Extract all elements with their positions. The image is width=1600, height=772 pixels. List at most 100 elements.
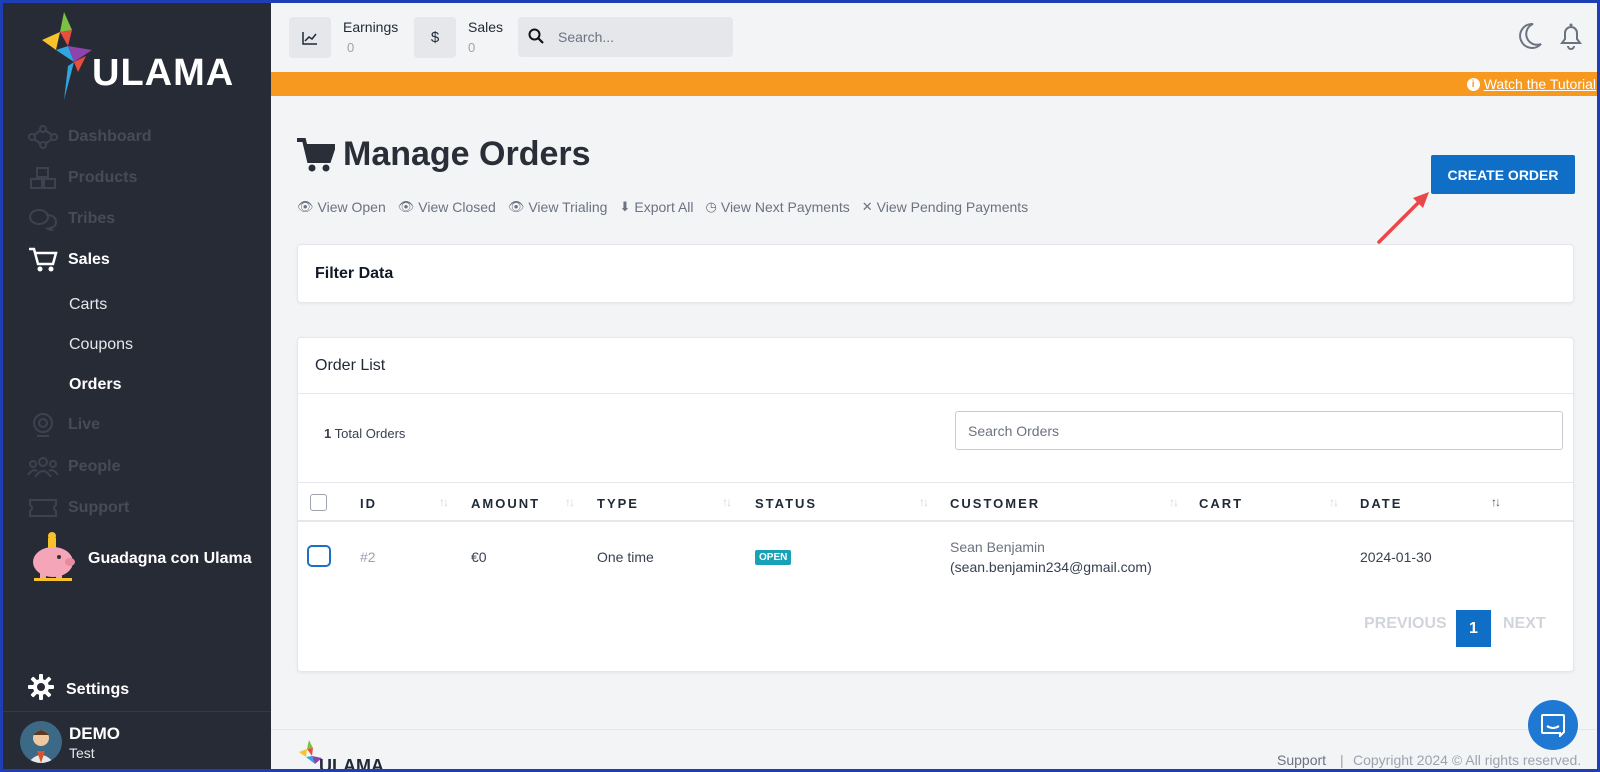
link-label: View Trialing <box>528 199 608 215</box>
sidebar-item-people[interactable]: People <box>26 452 120 482</box>
clock-icon: ◷ <box>705 199 717 214</box>
sort-icon[interactable]: ↑↓ <box>439 495 449 509</box>
close-icon: ✕ <box>861 199 873 214</box>
footer-brand-name: ULAMA <box>319 756 384 772</box>
ulama-logo[interactable]: ULAMA <box>34 10 244 102</box>
line-chart-icon <box>302 31 317 45</box>
column-header-amount[interactable]: AMOUNT <box>471 496 540 511</box>
page-1-button[interactable]: 1 <box>1456 610 1491 647</box>
column-header-id[interactable]: ID <box>360 496 377 511</box>
customer-email: (sean.benjamin234@gmail.com) <box>950 559 1152 575</box>
sort-desc-icon[interactable]: ↑↓ <box>1491 495 1501 509</box>
order-quick-links: 👁 View Open 👁 View Closed 👁 View Trialing ⬇… <box>297 199 1040 215</box>
earnings-value: 0 <box>347 40 355 55</box>
promo-label: Guadagna con Ulama <box>88 549 252 567</box>
order-list-title: Order List <box>315 357 386 374</box>
sidebar-subitem-carts[interactable]: Carts <box>69 296 107 314</box>
sort-icon[interactable]: ↑↓ <box>1329 495 1339 509</box>
create-order-button[interactable]: CREATE ORDER <box>1431 155 1575 194</box>
page-heading: Manage Orders <box>343 135 591 173</box>
order-amount: €0 <box>471 549 487 565</box>
page-title: Manage Orders <box>297 135 591 174</box>
sidebar-item-dashboard[interactable]: Dashboard <box>26 122 152 152</box>
view-next-payments-link[interactable]: ◷ View Next Payments <box>706 199 850 215</box>
sales-stat-button[interactable]: $ <box>414 17 456 58</box>
order-id[interactable]: #2 <box>360 549 376 565</box>
footer-copyright: Copyright 2024 © All rights reserved. <box>1353 752 1582 768</box>
promo-earn-link[interactable]: Guadagna con Ulama <box>26 530 252 587</box>
next-page-button[interactable]: NEXT <box>1503 615 1546 633</box>
user-subtitle: Test <box>69 744 95 761</box>
column-header-cart[interactable]: CART <box>1199 496 1243 511</box>
sales-title: Sales <box>468 19 504 35</box>
download-icon: ⬇ <box>619 199 631 214</box>
sidebar-item-sales[interactable]: Sales <box>26 245 110 275</box>
order-type: One time <box>597 549 654 565</box>
column-header-type[interactable]: TYPE <box>597 496 639 511</box>
watch-tutorial-link[interactable]: i Watch the Tutorial <box>1466 76 1596 92</box>
sidebar-item-label: Sales <box>68 251 110 268</box>
sidebar-subitem-coupons[interactable]: Coupons <box>69 336 133 354</box>
footer-logo: ULAMA <box>297 738 397 772</box>
customer-name: Sean Benjamin <box>950 539 1045 555</box>
table-header: ID ↑↓ AMOUNT ↑↓ TYPE ↑↓ STATUS ↑↓ CUSTOM… <box>298 482 1573 522</box>
column-header-date[interactable]: DATE <box>1360 496 1402 511</box>
red-arrow-annotation <box>1377 192 1429 244</box>
sort-icon[interactable]: ↑↓ <box>1169 495 1179 509</box>
order-list-panel: Order List 1 Total Orders ID ↑↓ AMOUNT ↑… <box>297 337 1574 672</box>
sales-value: 0 <box>468 40 476 55</box>
previous-page-button[interactable]: PREVIOUS <box>1364 615 1447 633</box>
sort-icon[interactable]: ↑↓ <box>919 495 929 509</box>
bell-icon[interactable] <box>1558 22 1584 55</box>
dark-mode-toggle-icon[interactable] <box>1517 22 1543 55</box>
brand-name: ULAMA <box>92 52 235 94</box>
search-icon <box>528 28 544 49</box>
total-orders-label: 1 Total Orders <box>324 426 405 441</box>
user-name: DEMO <box>69 723 120 743</box>
row-checkbox[interactable] <box>307 545 331 567</box>
total-orders-text: Total Orders <box>334 426 406 441</box>
sidebar-item-support[interactable]: Support <box>26 493 129 523</box>
chat-icon <box>1541 714 1565 737</box>
sort-icon[interactable]: ↑↓ <box>565 495 575 509</box>
earnings-title: Earnings <box>343 19 399 35</box>
column-header-status[interactable]: STATUS <box>755 496 817 511</box>
search-input[interactable] <box>558 17 728 57</box>
sidebar: ULAMA Dashboard Products Tribes Sales Ca… <box>0 0 271 772</box>
sidebar-item-products[interactable]: Products <box>26 163 137 193</box>
sidebar-item-label: Support <box>68 499 130 516</box>
view-pending-payments-link[interactable]: ✕ View Pending Payments <box>862 199 1028 215</box>
link-label: View Closed <box>418 199 496 215</box>
link-label: View Next Payments <box>720 199 850 215</box>
earnings-stat-button[interactable] <box>289 17 331 58</box>
filter-data-panel[interactable]: Filter Data <box>297 244 1574 303</box>
gear-icon <box>28 674 54 705</box>
bird-logo-icon: ULAMA <box>299 740 384 772</box>
link-label: Export All <box>634 199 694 215</box>
link-label: View Open <box>317 199 386 215</box>
sidebar-item-settings[interactable]: Settings <box>28 674 129 705</box>
view-trialing-link[interactable]: 👁 View Trialing <box>508 199 608 215</box>
column-header-customer[interactable]: CUSTOMER <box>950 496 1040 511</box>
sidebar-item-label: Live <box>68 416 101 433</box>
sidebar-subitem-orders[interactable]: Orders <box>69 376 121 394</box>
sidebar-item-tribes[interactable]: Tribes <box>26 204 115 234</box>
footer-support-link[interactable]: Support <box>1277 752 1326 768</box>
cart-icon <box>26 247 60 273</box>
chat-launcher-button[interactable] <box>1528 700 1578 750</box>
user-profile[interactable]: DEMO Test <box>20 721 120 763</box>
total-orders-count: 1 <box>324 426 332 441</box>
export-all-link[interactable]: ⬇ Export All <box>619 199 693 215</box>
select-all-checkbox[interactable] <box>310 494 327 511</box>
order-list-header: Order List <box>298 338 1573 394</box>
settings-label: Settings <box>66 680 130 698</box>
ticket-icon <box>26 495 60 521</box>
view-closed-link[interactable]: 👁 View Closed <box>398 199 496 215</box>
tutorial-banner: i Watch the Tutorial <box>271 72 1600 96</box>
sidebar-divider <box>0 711 271 712</box>
info-icon: i <box>1466 77 1480 91</box>
sort-icon[interactable]: ↑↓ <box>722 495 732 509</box>
view-open-link[interactable]: 👁 View Open <box>297 199 386 215</box>
search-orders-input[interactable] <box>955 411 1563 450</box>
sidebar-item-live[interactable]: Live <box>26 410 100 440</box>
